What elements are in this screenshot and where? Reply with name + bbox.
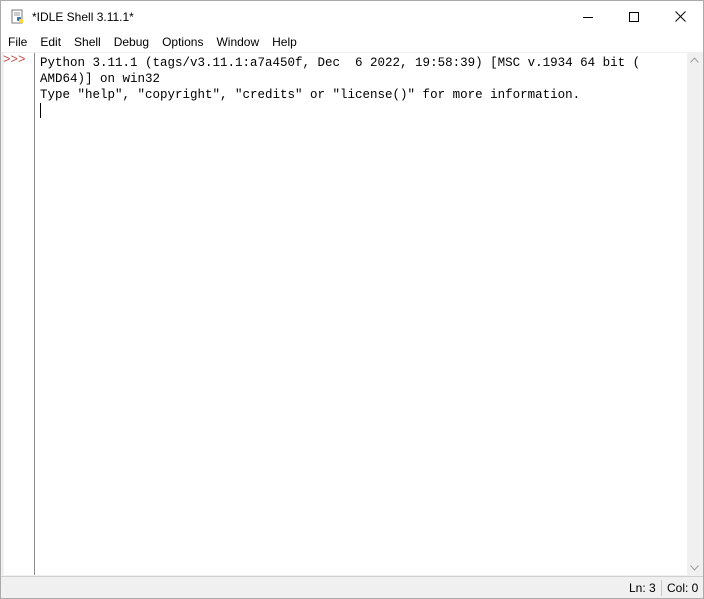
menu-window[interactable]: Window [209,32,265,52]
menu-debug[interactable]: Debug [107,32,155,52]
title-bar[interactable]: *IDLE Shell 3.11.1* [1,1,703,32]
output-line: AMD64)] on win32 [40,72,161,86]
shell-output: Python 3.11.1 (tags/v3.11.1:a7a450f, Dec… [40,55,640,103]
menu-file[interactable]: File [1,32,33,52]
menu-shell[interactable]: Shell [67,32,107,52]
status-column-number: Col: 0 [667,581,699,595]
close-button[interactable] [657,1,703,32]
status-separator [661,580,662,596]
status-bar: Ln: 3 Col: 0 [1,576,703,598]
window-title: *IDLE Shell 3.11.1* [32,10,134,24]
close-icon [674,11,686,22]
chevron-up-icon [689,57,699,63]
maximize-button[interactable] [611,1,657,32]
maximize-icon [629,11,639,22]
output-line: Type "help", "copyright", "credits" or "… [40,88,581,102]
vertical-scrollbar[interactable] [687,53,701,575]
idle-app-icon[interactable] [10,9,26,25]
shell-text-area[interactable]: Python 3.11.1 (tags/v3.11.1:a7a450f, Dec… [35,53,687,575]
shell-prompt: >>> [3,53,26,67]
prompt-sidebar [4,53,34,575]
output-line: Python 3.11.1 (tags/v3.11.1:a7a450f, Dec… [40,56,641,70]
scroll-down-button[interactable] [687,561,701,575]
minimize-button[interactable] [565,1,611,32]
menu-options[interactable]: Options [155,32,209,52]
scroll-up-button[interactable] [687,53,701,67]
menu-help[interactable]: Help [265,32,303,52]
text-cursor [40,103,41,118]
status-line-number: Ln: 3 [629,581,656,595]
menu-bar: File Edit Shell Debug Options Window Hel… [1,32,703,52]
minimize-icon [583,16,593,18]
idle-shell-window: *IDLE Shell 3.11.1* File Edit Shell Debu… [0,0,704,599]
menu-edit[interactable]: Edit [33,32,67,52]
chevron-down-icon [689,565,699,571]
